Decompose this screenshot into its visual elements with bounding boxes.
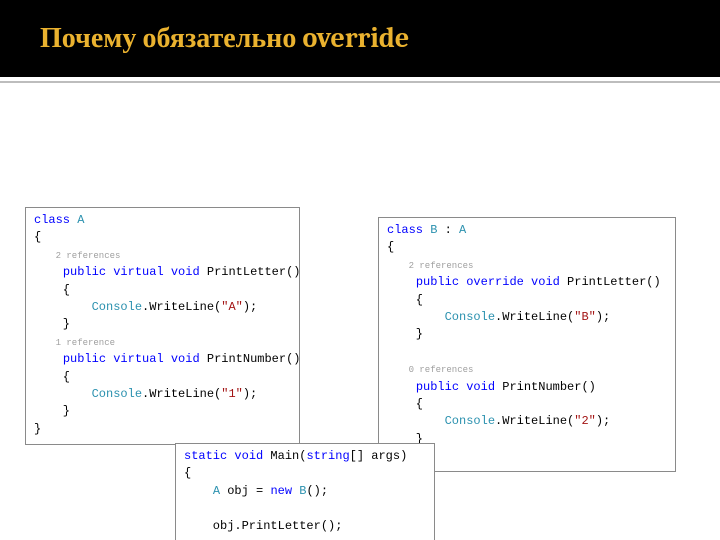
call-end: ); [596,414,610,428]
string-lit: "A" [221,300,243,314]
call: .WriteLine( [142,300,221,314]
kw-new: new [270,484,292,498]
type-a: A [213,484,220,498]
codelens-ref: 0 references [387,365,473,375]
kw-void: void [466,380,495,394]
brace-open: { [184,466,191,480]
brace-open: { [387,397,423,411]
method-name: PrintNumber() [495,380,596,394]
kw-public: public [416,380,459,394]
method-name: PrintNumber() [200,352,301,366]
kw-class: class [34,213,70,227]
kw-public: public [63,265,106,279]
string-lit: "B" [574,310,596,324]
string-lit: "2" [574,414,596,428]
call-end: ); [243,300,257,314]
type-console: Console [445,310,495,324]
kw-public: public [63,352,106,366]
codelens-ref: 2 references [387,261,473,271]
brace-close: } [34,422,41,436]
call: .WriteLine( [495,414,574,428]
brace-open: { [34,283,70,297]
ctor-call: (); [306,484,328,498]
brace-open: { [387,240,394,254]
code-class-a: class A { 2 references public virtual vo… [25,207,300,445]
brace-open: { [34,230,41,244]
kw-void: void [171,265,200,279]
slide-title: Почему обязательно override [0,0,720,77]
string-lit: "1" [221,387,243,401]
kw-string: string [306,449,349,463]
brace-close: } [34,404,70,418]
slide: Почему обязательно override class A { 2 … [0,0,720,540]
brace-open: { [34,370,70,384]
kw-void: void [234,449,263,463]
title-separator [0,81,720,83]
type-a: A [77,213,84,227]
method-name: PrintLetter() [200,265,301,279]
colon: : [437,223,459,237]
kw-virtual: virtual [113,352,163,366]
type-a: A [459,223,466,237]
var-decl: obj = [220,484,270,498]
code-main: static void Main(string[] args) { A obj … [175,443,435,540]
call: .WriteLine( [495,310,574,324]
call-end: ); [243,387,257,401]
kw-override: override [466,275,524,289]
method-name: PrintLetter() [560,275,661,289]
params: [] args) [350,449,408,463]
kw-virtual: virtual [113,265,163,279]
call-end: ); [596,310,610,324]
kw-void: void [171,352,200,366]
brace-open: { [387,293,423,307]
type-console: Console [445,414,495,428]
brace-close: } [387,327,423,341]
codelens-ref: 1 reference [34,338,115,348]
type-console: Console [92,387,142,401]
call: .WriteLine( [142,387,221,401]
kw-public: public [416,275,459,289]
codelens-ref: 2 references [34,251,120,261]
type-console: Console [92,300,142,314]
stmt: obj.PrintLetter(); [184,519,342,533]
code-class-b: class B : A { 2 references public overri… [378,217,676,472]
kw-void: void [531,275,560,289]
kw-static: static [184,449,227,463]
kw-class: class [387,223,423,237]
brace-close: } [34,317,70,331]
method-name: Main( [263,449,306,463]
